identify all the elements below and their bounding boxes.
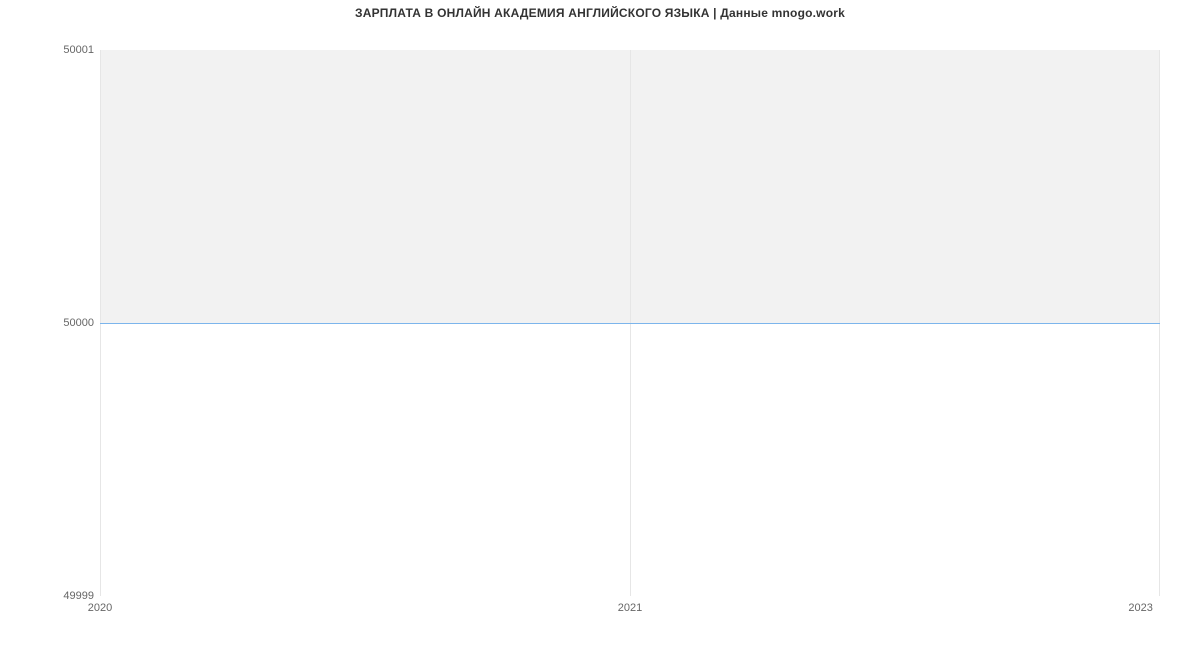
plot-area (100, 50, 1160, 596)
y-tick-label: 49999 (14, 590, 94, 602)
x-tick-label: 2020 (88, 602, 112, 614)
x-tick-label: 2021 (618, 602, 642, 614)
y-tick-label: 50001 (14, 44, 94, 56)
y-tick-label: 50000 (14, 317, 94, 329)
chart-title: ЗАРПЛАТА В ОНЛАЙН АКАДЕМИЯ АНГЛИЙСКОГО Я… (0, 6, 1200, 20)
data-line-series (100, 323, 1160, 324)
chart-container: ЗАРПЛАТА В ОНЛАЙН АКАДЕМИЯ АНГЛИЙСКОГО Я… (0, 0, 1200, 650)
x-tick-label: 2023 (1128, 602, 1152, 614)
